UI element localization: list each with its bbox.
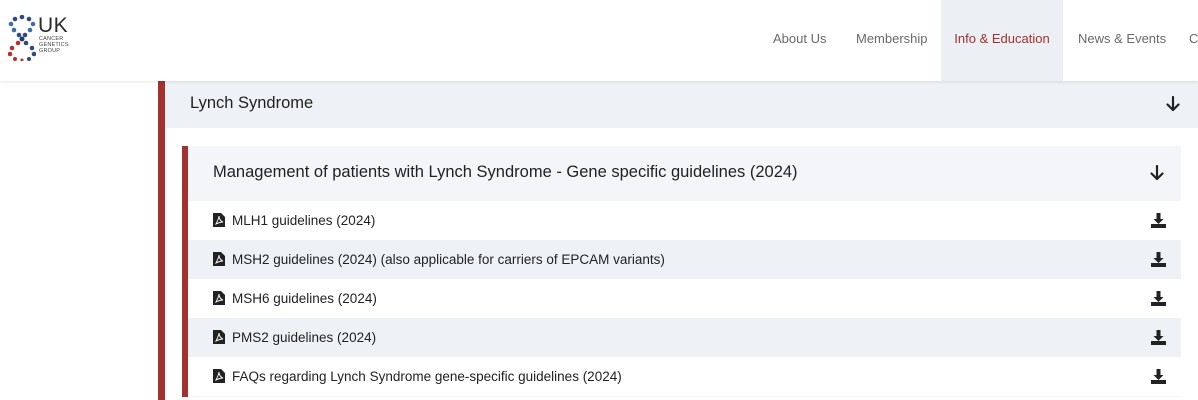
download-icon[interactable]	[1151, 252, 1166, 267]
file-row-pms2[interactable]: PMS2 guidelines (2024)	[188, 318, 1181, 357]
file-row-mlh1[interactable]: MLH1 guidelines (2024)	[188, 201, 1181, 240]
download-icon[interactable]	[1151, 330, 1166, 345]
subsection-title: Management of patients with Lynch Syndro…	[213, 163, 798, 181]
subsection-card: Management of patients with Lynch Syndro…	[188, 146, 1181, 397]
download-icon[interactable]	[1151, 213, 1166, 228]
arrow-down-icon[interactable]	[1150, 165, 1164, 181]
pdf-file-icon	[213, 252, 225, 266]
file-row-msh6[interactable]: MSH6 guidelines (2024)	[188, 279, 1181, 318]
file-row-msh2[interactable]: MSH2 guidelines (2024) (also applicable …	[188, 240, 1181, 279]
file-row-faqs[interactable]: FAQs regarding Lynch Syndrome gene-speci…	[188, 357, 1181, 396]
site-header: UK CANCER GENETICS GROUP About Us Member…	[0, 0, 1198, 81]
nav-item-truncated[interactable]: C	[1189, 0, 1198, 81]
file-label: MSH2 guidelines (2024) (also applicable …	[232, 252, 665, 267]
section-title: Lynch Syndrome	[190, 94, 314, 112]
file-label: PMS2 guidelines (2024)	[232, 330, 377, 345]
download-icon[interactable]	[1151, 369, 1166, 384]
nav-item-news-events[interactable]: News & Events	[1078, 0, 1166, 81]
file-label: MSH6 guidelines (2024)	[232, 291, 377, 306]
pdf-file-icon	[213, 213, 225, 227]
section-header-lynch-syndrome[interactable]: Lynch Syndrome	[165, 81, 1198, 128]
arrow-down-icon[interactable]	[1166, 96, 1180, 112]
section-accent-bar	[158, 81, 165, 400]
pdf-file-icon	[213, 330, 225, 344]
nav-item-info-education[interactable]: Info & Education	[941, 0, 1063, 81]
file-label: MLH1 guidelines (2024)	[232, 213, 376, 228]
pdf-file-icon	[213, 291, 225, 305]
download-icon[interactable]	[1151, 291, 1166, 306]
nav-item-about-us[interactable]: About Us	[773, 0, 826, 81]
subsection-header-gene-guidelines[interactable]: Management of patients with Lynch Syndro…	[188, 146, 1181, 201]
nav-item-membership[interactable]: Membership	[856, 0, 928, 81]
main-nav: About Us Membership Info & Education New…	[0, 0, 1198, 81]
pdf-file-icon	[213, 369, 225, 383]
file-label: FAQs regarding Lynch Syndrome gene-speci…	[232, 369, 622, 384]
